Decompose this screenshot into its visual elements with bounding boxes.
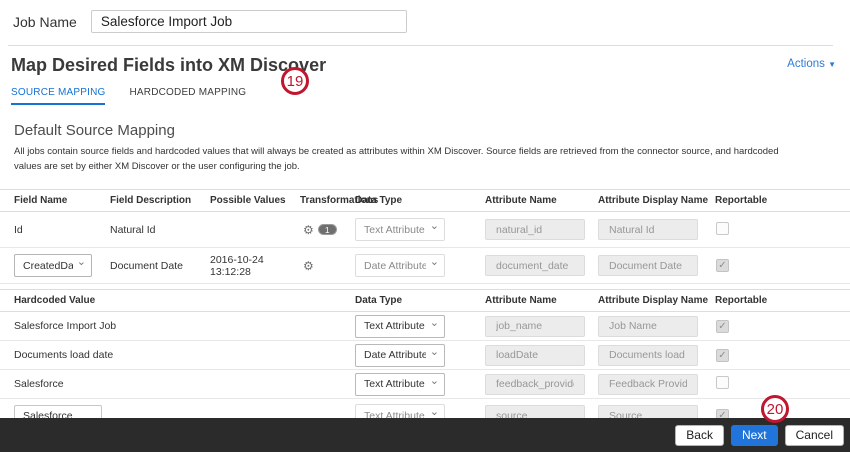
gear-icon[interactable]: ⚙ (303, 260, 314, 272)
col-data-type: Data Type (355, 190, 485, 211)
attribute-display-name-field (598, 374, 698, 395)
page-title: Map Desired Fields into XM Discover (11, 55, 326, 76)
col-reportable: Reportable (715, 290, 836, 311)
col-possible-values: Possible Values (210, 190, 300, 211)
back-button[interactable]: Back (675, 425, 724, 446)
col-field-description: Field Description (110, 190, 210, 211)
wizard-footer: Back Next Cancel (0, 418, 850, 452)
attribute-name-field (485, 255, 585, 276)
reportable-checkbox (716, 259, 729, 272)
hardcoded-value: Salesforce Import Job (14, 320, 355, 332)
data-type-select[interactable]: Text Attribute (355, 315, 445, 338)
reportable-checkbox (716, 349, 729, 362)
attribute-display-name-field (598, 345, 698, 366)
attribute-display-name-field (598, 255, 698, 276)
hardcoded-table-header: Hardcoded Value Data Type Attribute Name… (0, 289, 850, 312)
col-field-name: Field Name (14, 190, 110, 211)
col-attribute-display-name: Attribute Display Name (598, 290, 715, 311)
possible-values-value: 2016-10-24 13:12:28 (210, 254, 300, 278)
attribute-display-name-field (598, 219, 698, 240)
data-type-select[interactable]: Date Attribute (355, 254, 445, 277)
data-type-select[interactable]: Date Attribute (355, 344, 445, 367)
job-name-label: Job Name (13, 14, 77, 30)
annotation-step-19-badge: 19 (281, 67, 309, 95)
attribute-name-field (485, 316, 585, 337)
mapping-tabs: SOURCE MAPPING HARDCODED MAPPING (0, 76, 850, 105)
page-header: Map Desired Fields into XM Discover Acti… (0, 46, 850, 76)
section-description: All jobs contain source fields and hardc… (0, 139, 850, 174)
table-row: CreatedDate Document Date 2016-10-24 13:… (0, 248, 850, 284)
gear-icon[interactable]: ⚙ (303, 224, 314, 236)
col-attribute-display-name: Attribute Display Name (598, 190, 715, 211)
section-title: Default Source Mapping (0, 105, 850, 139)
job-name-bar: Job Name (0, 0, 850, 33)
col-hardcoded-value: Hardcoded Value (14, 290, 355, 311)
attribute-name-field (485, 219, 585, 240)
reportable-checkbox (716, 320, 729, 333)
source-table-header: Field Name Field Description Possible Va… (0, 189, 850, 212)
field-name-value: Id (14, 224, 110, 236)
field-name-select[interactable]: CreatedDate (14, 254, 92, 277)
tab-hardcoded-mapping[interactable]: HARDCODED MAPPING (129, 87, 246, 105)
attribute-name-field (485, 345, 585, 366)
table-row: Salesforce Text Attribute (0, 370, 850, 399)
chevron-down-icon: ▼ (828, 60, 836, 69)
table-row: Salesforce Import Job Text Attribute (0, 312, 850, 341)
field-description-value: Document Date (110, 260, 210, 272)
table-row: Id Natural Id ⚙ 1 Text Attribute (0, 212, 850, 248)
attribute-display-name-field (598, 316, 698, 337)
actions-menu-button[interactable]: Actions ▼ (787, 58, 836, 70)
transformations-count-badge: 1 (318, 224, 337, 235)
job-name-input[interactable] (91, 10, 407, 33)
col-data-type: Data Type (355, 290, 485, 311)
col-attribute-name: Attribute Name (485, 290, 598, 311)
attribute-name-field (485, 374, 585, 395)
reportable-checkbox[interactable] (716, 222, 729, 235)
cancel-button[interactable]: Cancel (785, 425, 844, 446)
tab-source-mapping[interactable]: SOURCE MAPPING (11, 87, 105, 105)
annotation-step-20-badge: 20 (761, 395, 789, 423)
data-type-select[interactable]: Text Attribute (355, 373, 445, 396)
col-transformations: Transformations (300, 190, 355, 211)
hardcoded-value: Documents load date (14, 349, 355, 361)
col-attribute-name: Attribute Name (485, 190, 598, 211)
col-reportable: Reportable (715, 190, 836, 211)
data-type-select[interactable]: Text Attribute (355, 218, 445, 241)
next-button[interactable]: Next (731, 425, 778, 446)
table-row: Documents load date Date Attribute (0, 341, 850, 370)
field-description-value: Natural Id (110, 224, 210, 236)
hardcoded-value: Salesforce (14, 378, 355, 390)
reportable-checkbox[interactable] (716, 376, 729, 389)
